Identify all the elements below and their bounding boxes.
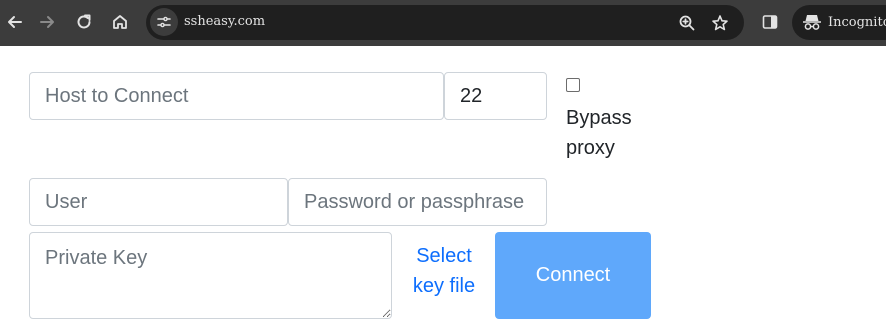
star-icon[interactable] bbox=[707, 10, 733, 36]
side-panel-icon[interactable] bbox=[755, 7, 785, 37]
host-input[interactable] bbox=[29, 72, 444, 120]
url-text[interactable]: ssheasy.com bbox=[184, 14, 265, 29]
password-input[interactable] bbox=[288, 178, 547, 226]
private-key-textarea[interactable] bbox=[29, 232, 392, 319]
home-icon[interactable] bbox=[105, 7, 135, 37]
incognito-label: Incognito bbox=[828, 15, 886, 30]
bypass-proxy-checkbox[interactable] bbox=[566, 78, 580, 92]
user-input[interactable] bbox=[29, 178, 288, 226]
select-key-file-link[interactable]: Select key file bbox=[404, 241, 484, 301]
incognito-indicator[interactable]: Incognito bbox=[792, 5, 886, 40]
bypass-proxy-label[interactable]: Bypass proxy bbox=[566, 103, 656, 163]
incognito-icon bbox=[802, 13, 822, 36]
zoom-icon[interactable] bbox=[674, 10, 700, 36]
reload-icon[interactable] bbox=[69, 7, 99, 37]
address-bar[interactable]: ssheasy.com bbox=[146, 5, 744, 40]
port-input[interactable] bbox=[444, 72, 547, 120]
tune-icon[interactable] bbox=[150, 8, 178, 36]
browser-toolbar: ssheasy.com Incognito bbox=[0, 0, 886, 46]
back-arrow-icon[interactable] bbox=[0, 7, 30, 37]
connect-button[interactable]: Connect bbox=[495, 232, 651, 319]
forward-arrow-icon[interactable] bbox=[32, 7, 62, 37]
